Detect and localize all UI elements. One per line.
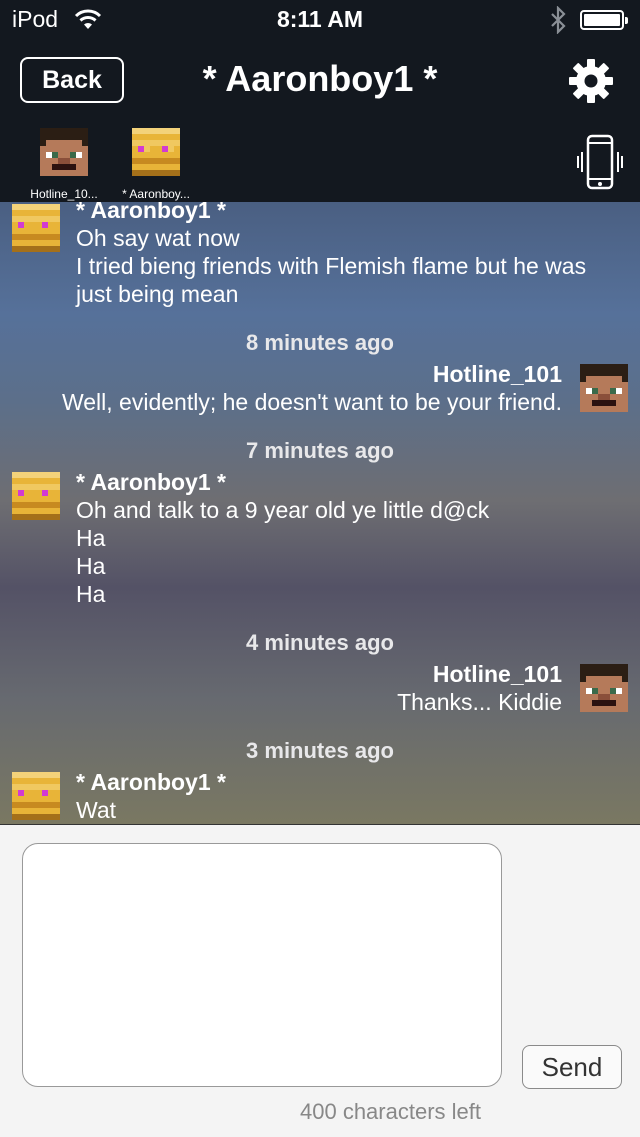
- blaze-avatar-icon: [132, 128, 180, 176]
- blaze-avatar-icon: [12, 204, 60, 252]
- message-item: Hotline_101 Thanks... Kiddie: [22, 660, 562, 716]
- message-item: * Aaronboy1 * Oh say wat now I tried bie…: [76, 202, 626, 308]
- message-text: just being mean: [76, 281, 239, 307]
- conversation-title: * Aaronboy1 *: [202, 58, 438, 99]
- message-sender: * Aaronboy1 *: [76, 469, 226, 495]
- message-text: Oh say wat now: [76, 225, 240, 251]
- blaze-avatar-icon: [12, 772, 60, 820]
- message-text: Well, evidently; he doesn't want to be y…: [61, 389, 562, 415]
- battery-icon: [580, 10, 628, 30]
- timestamp: 3 minutes ago: [246, 738, 394, 763]
- message-text: Ha: [76, 525, 106, 551]
- compose-area: Send 400 characters left: [0, 824, 640, 1137]
- message-text: Oh and talk to a 9 year old ye little d@…: [76, 497, 490, 523]
- message-list[interactable]: * Aaronboy1 * Oh say wat now I tried bie…: [0, 202, 640, 824]
- back-button[interactable]: Back: [20, 57, 124, 103]
- message-sender: * Aaronboy1 *: [76, 202, 226, 223]
- status-bar: iPod 8:11 AM: [0, 0, 640, 40]
- participant-name: * Aaronboy...: [122, 187, 190, 201]
- settings-gear-icon[interactable]: [568, 58, 614, 104]
- message-sender: Hotline_101: [432, 661, 562, 687]
- steve-avatar-icon: [580, 364, 628, 412]
- blaze-avatar-icon: [12, 472, 60, 520]
- message-text: I tried bieng friends with Flemish flame…: [76, 253, 587, 279]
- top-bar: iPod 8:11 AM Back * Aaronboy1 * Hotline_…: [0, 0, 640, 202]
- timestamp: 4 minutes ago: [246, 630, 394, 655]
- timestamp: 7 minutes ago: [246, 438, 394, 463]
- message-text: Ha: [76, 581, 106, 607]
- message-input[interactable]: [22, 843, 502, 1087]
- message-text: Wat: [76, 797, 117, 823]
- participant-aaronboy[interactable]: * Aaronboy...: [110, 128, 202, 201]
- vibrate-phone-icon[interactable]: [576, 134, 624, 190]
- bluetooth-icon: [551, 6, 566, 34]
- character-counter: 400 characters left: [300, 1099, 481, 1124]
- message-text: Thanks... Kiddie: [397, 689, 562, 715]
- participant-name: Hotline_10...: [30, 187, 98, 201]
- message-text: Ha: [76, 553, 106, 579]
- steve-avatar-icon: [40, 128, 88, 176]
- message-sender: * Aaronboy1 *: [76, 769, 226, 795]
- steve-avatar-icon: [580, 664, 628, 712]
- timestamp: 8 minutes ago: [246, 330, 394, 355]
- clock: 8:11 AM: [276, 6, 364, 32]
- message-item: * Aaronboy1 * Oh and talk to a 9 year ol…: [76, 468, 626, 608]
- send-button[interactable]: Send: [522, 1045, 622, 1089]
- message-item: * Aaronboy1 * Wat: [76, 768, 626, 824]
- message-item: Hotline_101 Well, evidently; he doesn't …: [22, 360, 562, 416]
- message-sender: Hotline_101: [432, 361, 562, 387]
- participant-hotline[interactable]: Hotline_10...: [18, 128, 110, 201]
